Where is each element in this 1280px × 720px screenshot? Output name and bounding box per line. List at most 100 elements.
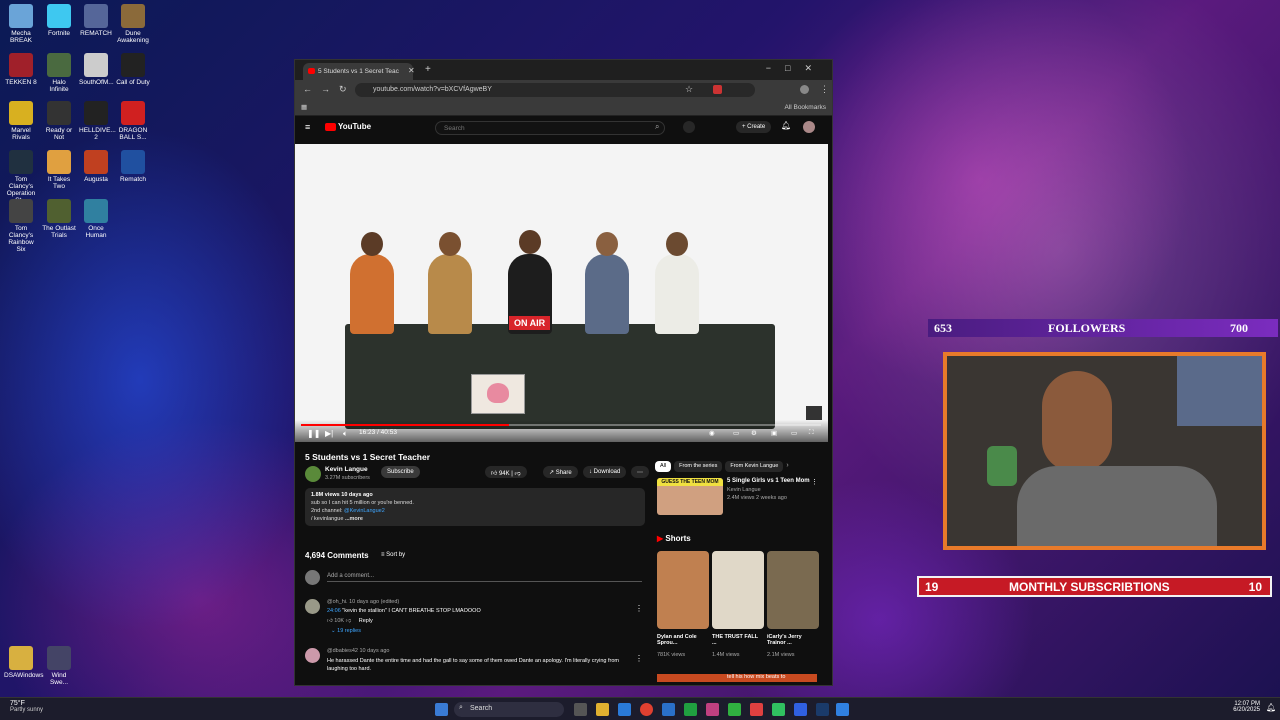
channel-name[interactable]: Kevin Langue [325,466,368,473]
subscribe-button[interactable]: Subscribe [381,466,420,478]
volume-icon[interactable]: 🔈︎ [343,429,348,439]
desktop-icon[interactable]: Once Human [79,199,113,239]
app-icon[interactable] [750,703,763,716]
short-thumbnail[interactable] [767,551,819,629]
next-short-preview[interactable]: tell his how mix beats to [657,674,817,682]
taskbar-search[interactable]: ⌕ Search [454,702,564,717]
desktop-icon[interactable]: REMATCH [79,4,113,37]
next-icon[interactable]: ▶| [325,429,333,438]
desktop-icon[interactable]: It Takes Two [42,150,76,190]
desc-social[interactable]: / kevinlangue [311,516,343,522]
rec-thumbnail[interactable]: GUESS THE TEEN MOM [657,478,723,515]
desktop-icon[interactable]: SouthOfM... [79,53,114,86]
chip-all[interactable]: All [655,461,672,472]
url-input[interactable]: youtube.com/watch?v=bXCVfAgweBY [355,83,755,97]
close-tab-icon[interactable]: ✕ [408,66,415,75]
steam-icon[interactable] [816,703,829,716]
channel-avatar[interactable] [305,466,321,482]
desktop-icon[interactable]: TEKKEN 8 [4,53,38,86]
chrome-icon[interactable] [640,703,653,716]
notifications-icon[interactable]: 🔔︎ [781,121,791,130]
desktop-icon[interactable]: Tom Clancy's Rainbow Six [4,199,38,253]
new-tab-icon[interactable]: + [425,64,431,75]
tab-youtube[interactable]: 5 Students vs 1 Secret Teac [303,63,413,80]
window-controls[interactable]: −□✕ [766,63,826,74]
fullscreen-icon[interactable]: ⛶ [809,429,814,437]
chip-series[interactable]: From the series [674,461,723,472]
notification-icon[interactable]: 🔔︎ [1266,703,1276,712]
desktop-icon[interactable]: Ready or Not [42,101,76,141]
desktop-icon[interactable]: Fortnite [42,4,76,37]
chevron-right-icon[interactable]: › [786,462,788,469]
captions-icon[interactable]: ▭ [733,429,739,437]
desktop-icon[interactable]: Rematch [116,150,150,183]
app-icon[interactable] [728,703,741,716]
short-title[interactable]: iCarly's Jerry Trainor ... [767,634,819,646]
like-button[interactable]: 👍︎ 94K | 👎︎ [485,466,527,478]
search-icon[interactable]: ⌕ [655,122,659,132]
rec-channel[interactable]: Kevin Langue [727,487,761,493]
sort-by-button[interactable]: ≡ Sort by [381,552,405,558]
short-title[interactable]: THE TRUST FALL ... [712,634,764,646]
youtube-logo[interactable]: YouTube [325,122,371,131]
app-icon[interactable] [836,703,849,716]
profile-icon[interactable] [800,85,809,94]
short-title[interactable]: Dylan and Cole Sprou... [657,634,709,646]
theater-icon[interactable]: ▭ [791,429,797,437]
start-icon[interactable] [435,703,448,716]
settings-icon[interactable]: ⚙ [751,429,757,437]
app-icon[interactable] [706,703,719,716]
app-icon[interactable] [794,703,807,716]
download-button[interactable]: ↓ Download [583,466,627,478]
extension-icon[interactable] [713,85,722,94]
desktop-icon[interactable]: Mecha BREAK [4,4,38,44]
search-input[interactable]: Search [435,121,665,135]
reload-icon[interactable]: ↻ [339,84,347,95]
outlook-icon[interactable] [662,703,675,716]
desktop-icon[interactable]: Wind Swe... [42,646,76,686]
autoplay-toggle[interactable]: ◉ [709,429,715,437]
short-thumbnail[interactable] [712,551,764,629]
clock[interactable]: 12:07 PM 6/20/2025 [1200,701,1260,713]
all-bookmarks[interactable]: All Bookmarks [784,104,826,111]
chip-channel[interactable]: From Kevin Langue [725,461,784,472]
task-view-icon[interactable] [574,703,587,716]
back-icon[interactable]: ← [303,84,312,94]
desc-link[interactable]: @KevinLangue2 [344,508,385,514]
bookmark-star-icon[interactable]: ☆ [685,84,693,95]
weather-widget[interactable]: 75°F Partly sunny [10,700,43,713]
thumb-up-icon[interactable]: 👍︎ [327,618,333,624]
apps-icon[interactable]: ▦ [301,103,307,111]
desktop-icon[interactable]: Halo Infinite [42,53,76,93]
description-box[interactable]: 1.8M views 10 days ago sub so I can hit … [305,488,645,526]
comment-menu-icon[interactable]: ⋮ [635,604,643,613]
comment-menu-icon[interactable]: ⋮ [635,654,643,663]
replies-toggle[interactable]: ⌄ 19 replies [331,628,361,634]
add-comment-input[interactable]: Add a comment... [327,573,642,582]
xbox-icon[interactable] [684,703,697,716]
comment1-timestamp[interactable]: 24:06 [327,608,341,614]
avatar[interactable] [803,121,815,133]
mic-icon[interactable] [683,121,695,133]
more-link[interactable]: ...more [345,516,363,522]
video-player[interactable]: ON AIR ❚❚ ▶| 🔈︎ 16:23 / 40:53 ◉ ▭ ⚙ ▣ ▭ … [295,144,828,442]
create-button[interactable]: + Create [736,121,772,133]
file-explorer-icon[interactable] [596,703,609,716]
desktop-icon[interactable]: DSAWindows [4,646,44,679]
progress-bar[interactable] [301,424,821,426]
menu-icon[interactable]: ⋮ [820,84,829,95]
hamburger-icon[interactable]: ≡ [305,122,310,132]
share-button[interactable]: ↗ Share [543,466,578,478]
desktop-icon[interactable]: DRAGON BALL S... [116,101,150,141]
desktop-icon[interactable]: Tom Clancy's Operation St... [4,150,38,204]
edge-icon[interactable] [618,703,631,716]
forward-icon[interactable]: → [321,84,330,94]
short-thumbnail[interactable] [657,551,709,629]
rec-title[interactable]: 5 Single Girls vs 1 Teen Mom [727,478,817,484]
desktop-icon[interactable]: Dune Awakening [116,4,150,44]
rec-menu-icon[interactable]: ⋮ [811,478,818,486]
more-actions-icon[interactable]: ⋯ [631,466,649,478]
pause-icon[interactable]: ❚❚ [307,429,320,438]
miniplayer-icon[interactable]: ▣ [771,429,777,437]
desktop-icon[interactable]: The Outlast Trials [42,199,76,239]
